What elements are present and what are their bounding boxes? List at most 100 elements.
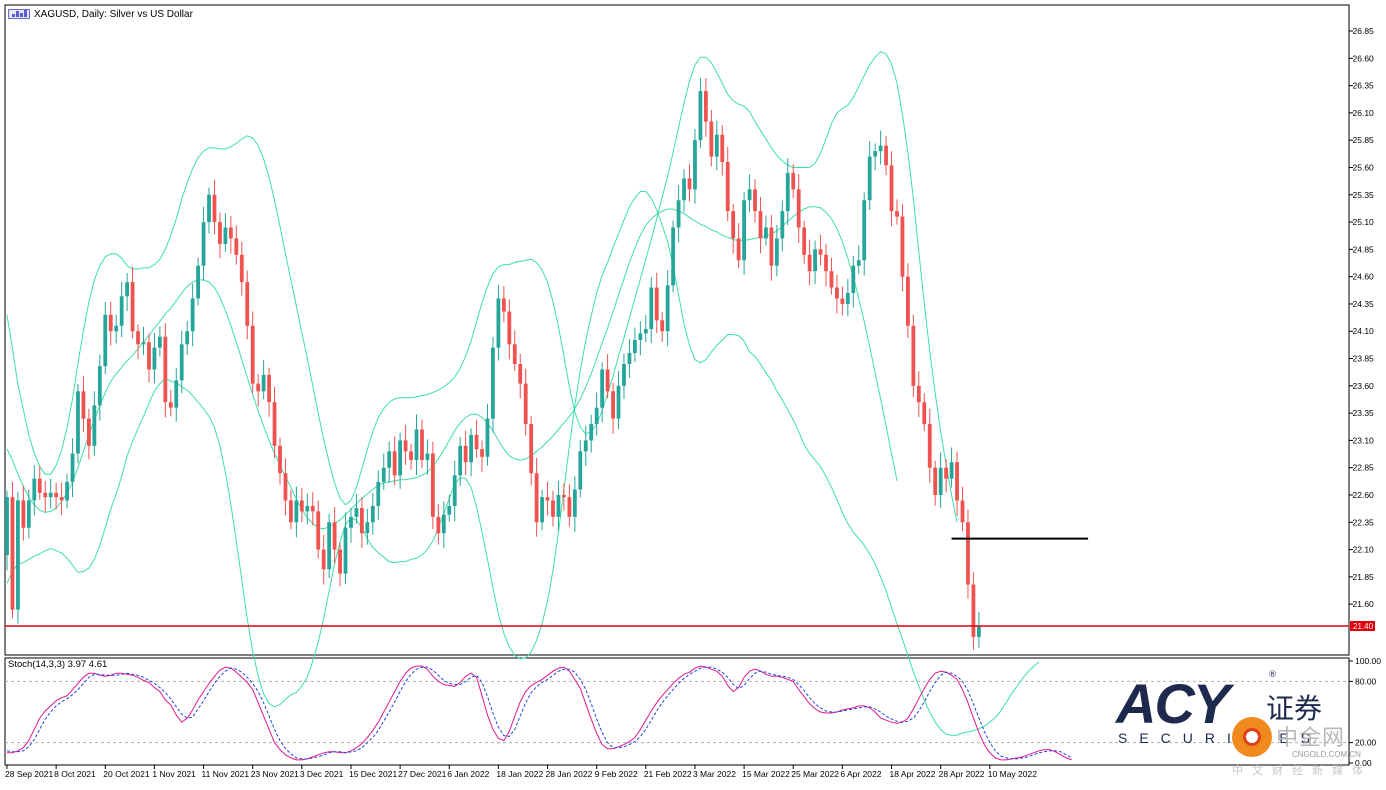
candle-body [87,418,91,446]
candle-body [785,172,790,212]
price-tick-label: 23.10 [1353,435,1375,445]
candle [491,336,495,433]
candle-body [960,500,965,523]
chart-bars-icon [8,9,30,19]
candle-body [638,333,643,340]
candle-body [59,497,64,501]
candle-body [583,440,588,452]
candle-body [447,505,452,515]
chart-title: XAGUSD, Daily: Silver vs US Dollar [8,7,193,21]
candle-body [305,505,310,512]
stochastic-tick-label: 20.00 [1355,738,1377,748]
candle-body [796,189,801,228]
candle-body [92,405,97,446]
candle-body [463,445,468,463]
candle-body [616,385,621,419]
candle-body [349,516,353,528]
candle-body [32,478,37,501]
candle-body [774,238,779,266]
candle-body [190,298,195,332]
candle-body [108,314,113,332]
time-tick-label: 20 Oct 2021 [103,769,150,779]
price-tick-label: 23.35 [1353,408,1375,418]
candle-body [136,331,140,345]
candle-body [627,353,632,364]
candle-body [474,434,479,450]
time-tick-label: 3 Dec 2021 [300,769,344,779]
price-tick-label: 22.10 [1353,545,1375,555]
candle-body [381,467,386,482]
candle-body [562,494,566,498]
price-tick-label: 26.60 [1353,53,1375,63]
time-tick-label: 11 Nov 2021 [202,769,250,779]
candle [76,383,80,464]
candle-body [256,383,261,392]
candle-body [824,254,828,272]
candle-body [518,363,523,384]
candle-body [512,344,517,364]
price-tick-label: 25.85 [1353,135,1375,145]
price-tick-label: 23.85 [1353,354,1375,364]
candle-body [5,497,9,556]
candle-body [43,492,48,498]
candle-body [813,249,817,272]
candle-body [103,314,108,367]
candle-body [316,511,321,550]
candle-body [26,500,31,528]
price-tick-label: 25.60 [1353,162,1375,172]
candle-body [414,429,419,461]
candle-body [742,200,746,261]
candle-body [758,211,763,239]
candle-body [911,325,916,386]
time-tick-label: 21 Feb 2022 [644,769,692,779]
candle-body [223,227,228,244]
candle-body [152,347,157,370]
candle-body [496,298,501,348]
candle-body [168,402,173,408]
candle-body [698,91,703,141]
time-tick-label: 15 Dec 2021 [349,769,397,779]
candle-body [179,344,184,381]
price-tick-label: 23.60 [1353,381,1375,391]
candle-body [403,440,408,452]
candle [16,491,20,624]
time-tick-label: 1 Nov 2021 [152,769,196,779]
candle-body [469,434,473,463]
price-tick-label: 22.60 [1353,490,1375,500]
candle-body [753,189,757,212]
candle-body [354,508,359,517]
time-tick-label: 10 May 2022 [988,769,1037,779]
candle-body [398,440,403,476]
candle-body [332,522,337,550]
candle-body [856,260,861,266]
candle-body [867,156,872,201]
candle-body [884,145,888,166]
candle-body [709,121,714,157]
watermark-site-url: CNGOLD.COM.CN [1292,750,1361,759]
candle-body [76,391,80,454]
candle-body [791,172,796,190]
candle-body [671,227,676,286]
candle-body [130,282,135,332]
candle-body [556,494,561,517]
candle-body [387,451,392,468]
candle-body [228,227,233,239]
candle-body [370,505,375,523]
candle-body [622,363,626,386]
price-tick-label: 24.60 [1353,272,1375,282]
candle-body [70,453,75,482]
candle-body [289,500,293,523]
candle-body [185,331,190,345]
candle-body [933,467,938,495]
candle-body [976,626,981,637]
candle-body [234,238,239,255]
candle-body [966,522,970,585]
candle-body [441,514,446,534]
candle-body [873,151,878,157]
time-tick-label: 28 Apr 2022 [939,769,985,779]
candle-body [649,287,654,330]
candle-body [769,227,774,266]
candle-body [534,473,539,523]
candle-body [310,505,315,512]
candle-body [731,211,736,239]
